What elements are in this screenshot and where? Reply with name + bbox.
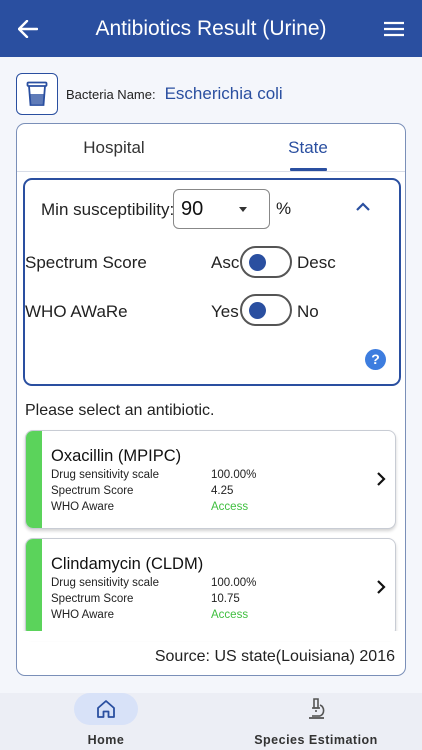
app-bar: Antibiotics Result (Urine) xyxy=(0,0,422,57)
menu-button[interactable] xyxy=(366,0,422,57)
tab-hospital[interactable]: Hospital xyxy=(17,124,211,171)
list-clip xyxy=(17,631,405,641)
antibiotic-card[interactable]: Clindamycin (CLDM) Drug sensitivity scal… xyxy=(25,538,396,637)
chevron-right-icon xyxy=(377,472,386,486)
antibiotic-name: Oxacillin (MPIPC) xyxy=(51,447,182,465)
spectrum-score-value: 4.25 xyxy=(211,485,234,497)
sensitivity-label: Drug sensitivity scale xyxy=(51,469,160,481)
sensitivity-value: 100.00% xyxy=(211,469,257,481)
tab-state[interactable]: State xyxy=(211,124,405,171)
access-color-bar xyxy=(26,431,42,528)
who-aware-label: WHO Aware xyxy=(51,501,115,513)
toggle-knob xyxy=(249,254,266,271)
tab-bar: Hospital State xyxy=(17,124,405,172)
filter-box: Min susceptibility: 90 % Spectrum Score … xyxy=(23,178,401,386)
bacteria-name-value: Escherichia coli xyxy=(164,84,283,103)
nav-species-estimation[interactable]: Species Estimation xyxy=(246,693,386,747)
spectrum-score-value: 10.75 xyxy=(211,593,240,605)
urine-cup-icon xyxy=(16,73,58,115)
spectrum-score-label: Spectrum Score xyxy=(51,593,134,605)
home-icon xyxy=(97,700,115,718)
who-aware-value: Access xyxy=(211,609,249,621)
antibiotic-card[interactable]: Oxacillin (MPIPC) Drug sensitivity scale… xyxy=(25,430,396,529)
who-yes-label: Yes xyxy=(211,302,239,321)
who-aware-label: WHO Aware xyxy=(51,609,115,621)
nav-species-label: Species Estimation xyxy=(254,733,378,747)
nav-home[interactable]: Home xyxy=(41,693,171,747)
who-aware-value: Access xyxy=(211,501,249,513)
data-source-label: Source: US state(Louisiana) 2016 xyxy=(154,648,395,665)
bacteria-name-label: Bacteria Name: xyxy=(66,86,156,102)
who-aware-label: WHO AWaRe xyxy=(25,302,128,321)
toggle-knob xyxy=(249,302,266,319)
spectrum-score-label: Spectrum Score xyxy=(51,485,134,497)
nav-home-label: Home xyxy=(87,733,125,747)
sensitivity-value: 100.00% xyxy=(211,577,257,589)
who-aware-toggle[interactable] xyxy=(240,294,292,326)
percent-sign: % xyxy=(276,199,292,218)
bottom-navigation: Home Species Estimation xyxy=(0,693,422,750)
access-color-bar xyxy=(26,539,42,636)
tab-indicator xyxy=(290,168,327,171)
min-susceptibility-value: 90 xyxy=(181,197,204,220)
hamburger-menu-icon xyxy=(384,21,404,36)
bacteria-row: Bacteria Name: Escherichia coli xyxy=(16,72,406,116)
microscope-icon xyxy=(309,698,325,719)
back-button[interactable] xyxy=(0,0,56,57)
help-icon[interactable]: ? xyxy=(365,349,386,370)
chevron-right-icon xyxy=(377,580,386,594)
spectrum-score-label: Spectrum Score xyxy=(25,253,147,272)
page-title: Antibiotics Result (Urine) xyxy=(95,16,327,40)
spectrum-desc-label: Desc xyxy=(297,253,336,272)
min-susceptibility-label: Min susceptibility: xyxy=(41,200,175,219)
spectrum-score-toggle[interactable] xyxy=(240,246,292,278)
dropdown-caret-icon xyxy=(239,207,247,212)
chevron-up-icon[interactable] xyxy=(355,202,371,212)
nav-home-pill xyxy=(74,693,138,725)
select-antibiotic-prompt: Please select an antibiotic. xyxy=(25,402,215,419)
spectrum-asc-label: Asc xyxy=(211,253,240,272)
nav-species-pill xyxy=(284,693,348,725)
min-susceptibility-select[interactable]: 90 xyxy=(173,189,270,229)
sensitivity-label: Drug sensitivity scale xyxy=(51,577,160,589)
arrow-left-icon xyxy=(18,19,38,38)
who-no-label: No xyxy=(297,302,319,321)
results-panel: Hospital State Min susceptibility: 90 % … xyxy=(16,123,406,676)
antibiotic-name: Clindamycin (CLDM) xyxy=(51,555,204,573)
